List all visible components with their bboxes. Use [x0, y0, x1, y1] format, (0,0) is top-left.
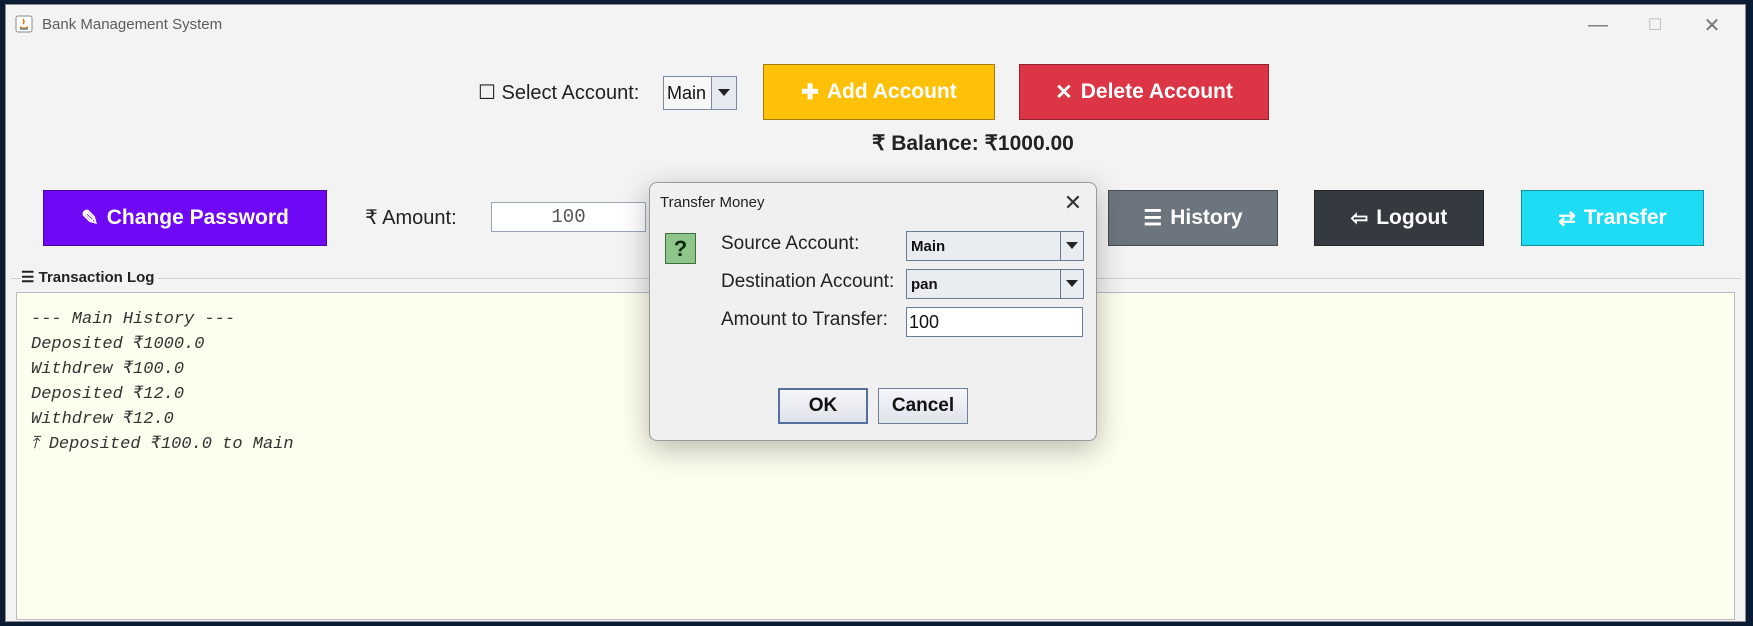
window-title: Bank Management System	[42, 16, 223, 33]
logout-label: Logout	[1376, 206, 1448, 229]
source-account-value: Main	[911, 238, 946, 255]
balance-label: ₹ Balance: ₹1000.00	[872, 132, 1074, 155]
transfer-button[interactable]: ⇄ Transfer	[1521, 190, 1704, 246]
select-account-label: ☐ Select Account:	[478, 82, 640, 104]
transfer-label: Transfer	[1583, 206, 1667, 229]
menu-icon: ☰	[1143, 206, 1163, 230]
minimize-button[interactable]: —	[1572, 5, 1624, 45]
add-account-button[interactable]: ✚ Add Account	[763, 64, 995, 120]
ok-button[interactable]: OK	[778, 388, 868, 424]
cancel-button[interactable]: Cancel	[878, 388, 968, 424]
close-window-button[interactable]: ✕	[1686, 5, 1738, 45]
question-icon: ?	[665, 233, 696, 264]
title-bar: Bank Management System — ☐ ✕	[6, 5, 1745, 45]
source-account-label: Source Account:	[721, 233, 860, 254]
logout-button[interactable]: ⇦ Logout	[1314, 190, 1484, 246]
delete-account-button[interactable]: ✕ Delete Account	[1019, 64, 1269, 120]
chevron-down-icon[interactable]	[711, 77, 736, 109]
swap-arrows-icon: ⇄	[1558, 206, 1576, 230]
chevron-down-icon[interactable]	[1060, 270, 1083, 298]
account-select-value: Main	[667, 83, 707, 103]
transaction-log-title: ☰ Transaction Log	[21, 268, 159, 286]
logout-arrow-icon: ⇦	[1350, 206, 1369, 230]
amount-to-transfer-label: Amount to Transfer:	[721, 309, 888, 330]
x-icon: ✕	[1055, 80, 1073, 104]
plus-icon: ✚	[801, 80, 819, 104]
history-button[interactable]: ☰ History	[1108, 190, 1278, 246]
dialog-close-button[interactable]: ✕	[1055, 189, 1091, 217]
account-select[interactable]: Main	[663, 76, 737, 110]
amount-label: ₹ Amount:	[365, 207, 457, 229]
maximize-button[interactable]: ☐	[1629, 5, 1681, 45]
history-label: History	[1170, 206, 1243, 229]
delete-account-label: Delete Account	[1080, 80, 1233, 103]
destination-account-select[interactable]: pan	[906, 269, 1084, 299]
transfer-money-dialog: Transfer Money ✕ ? Source Account: Main …	[649, 182, 1097, 441]
pencil-icon: ✎	[81, 206, 99, 230]
change-password-label: Change Password	[106, 206, 289, 229]
source-account-select[interactable]: Main	[906, 231, 1084, 261]
amount-input[interactable]: 100	[491, 202, 646, 232]
change-password-button[interactable]: ✎ Change Password	[43, 190, 327, 246]
add-account-label: Add Account	[826, 80, 957, 103]
java-app-icon	[15, 15, 33, 33]
destination-account-value: pan	[911, 276, 938, 293]
chevron-down-icon[interactable]	[1060, 232, 1083, 260]
dialog-title: Transfer Money	[660, 194, 765, 211]
destination-account-label: Destination Account:	[721, 271, 895, 292]
transfer-amount-input[interactable]: 100	[906, 307, 1083, 337]
